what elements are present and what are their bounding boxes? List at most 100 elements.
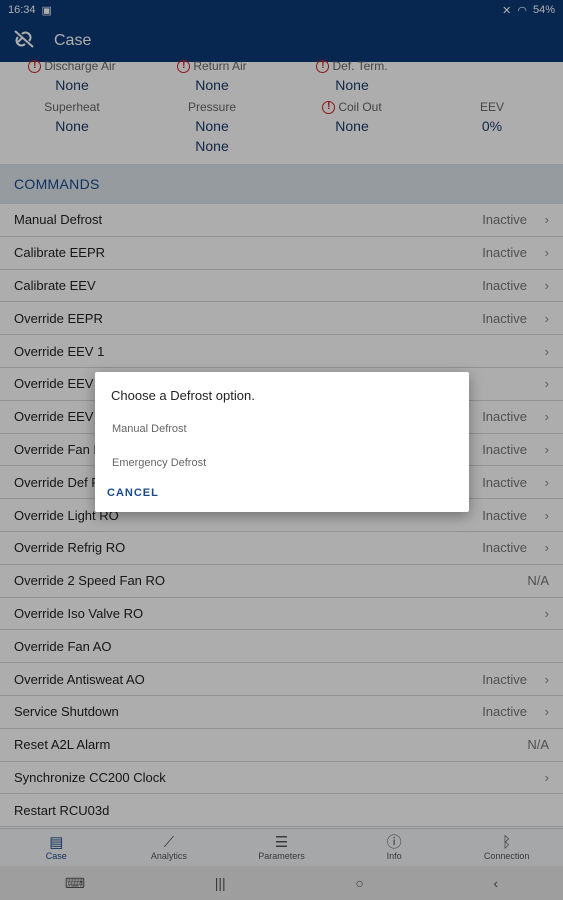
chevron-right-icon: › xyxy=(544,245,549,261)
command-row-calibrate-eepr[interactable]: Calibrate EEPR Inactive › xyxy=(0,237,563,270)
dialog-title: Choose a Defrost option. xyxy=(111,388,255,403)
nav-label: Case xyxy=(45,850,67,861)
sensor-return-air: ! Return Air None xyxy=(142,59,282,93)
bottom-nav: ▤ Case ⟋ Analytics ☰ Parameters ⓘ Info ᛒ Conn… xyxy=(0,828,563,866)
chevron-right-icon: › xyxy=(544,605,549,621)
command-label: Override EEV xyxy=(14,376,94,392)
command-status: Inactive xyxy=(482,245,527,261)
option-emergency-defrost[interactable]: Emergency Defrost xyxy=(111,457,453,469)
chevron-right-icon: › xyxy=(544,540,549,556)
command-row-service-shutdown[interactable]: Service Shutdown Inactive › xyxy=(0,696,563,729)
command-row-calibrate-eev[interactable]: Calibrate EEV Inactive › xyxy=(0,270,563,303)
recent-apps-icon[interactable]: ||| xyxy=(215,875,226,891)
alarm-icon: ! xyxy=(316,59,330,73)
app-bar: Case xyxy=(0,20,563,62)
sensor-label: Pressure xyxy=(187,100,237,114)
nav-tab-case[interactable]: ▤ Case xyxy=(0,829,113,866)
nav-tab-info[interactable]: ⓘ Info xyxy=(338,829,451,866)
command-label: Override Def R xyxy=(14,474,101,490)
command-row-override-eepr[interactable]: Override EEPR Inactive › xyxy=(0,302,563,336)
chevron-right-icon: › xyxy=(544,474,549,490)
command-label: Override Fan R xyxy=(14,441,103,457)
sensor-label: EEV xyxy=(479,100,504,114)
sensor-label: Coil Out xyxy=(338,100,382,114)
disconnected-link-icon[interactable] xyxy=(12,29,36,54)
chevron-right-icon: › xyxy=(544,507,549,523)
sensor-grid: ! Discharge Air None ! Return Air None ! De… xyxy=(0,59,563,162)
page-title: Case xyxy=(54,32,92,49)
command-status: N/A xyxy=(527,737,549,753)
nav-tab-analytics[interactable]: ⟋ Analytics xyxy=(113,829,226,866)
chevron-right-icon: › xyxy=(544,212,549,228)
sensor-value: None xyxy=(195,118,229,134)
chevron-right-icon: › xyxy=(544,277,549,293)
command-status: Inactive xyxy=(482,212,527,228)
sensor-coil-out: ! Coil Out None xyxy=(282,100,422,134)
chevron-right-icon: › xyxy=(544,376,549,392)
command-label: Override Refrig RO xyxy=(14,540,126,556)
command-row-manual-defrost[interactable]: Manual Defrost Inactive › xyxy=(0,204,563,237)
command-label: Override Iso Valve RO xyxy=(14,605,144,621)
command-label: Synchronize CC200 Clock xyxy=(14,769,166,785)
alarm-icon: ! xyxy=(322,100,336,114)
option-manual-defrost[interactable]: Manual Defrost xyxy=(111,423,453,435)
command-row-reset-a2l-alarm[interactable]: Reset A2L Alarm N/A xyxy=(0,729,563,762)
command-row-override-2-speed-fan-ro[interactable]: Override 2 Speed Fan RO N/A xyxy=(0,565,563,598)
chart-icon: ⟋ xyxy=(163,833,175,851)
cancel-button[interactable]: CANCEL xyxy=(107,487,159,499)
status-bar: 16:34 ▣ ✕ ◠ 54% xyxy=(0,0,563,20)
command-row-override-fan-ao[interactable]: Override Fan AO xyxy=(0,630,563,664)
sensor-label: Discharge Air xyxy=(44,59,116,73)
command-row-override-iso-valve-ro[interactable]: Override Iso Valve RO › xyxy=(0,598,563,631)
nav-label: Connection xyxy=(483,850,530,861)
chevron-right-icon: › xyxy=(544,343,549,359)
sensor-value: None xyxy=(335,118,369,134)
command-status: Inactive xyxy=(482,540,527,556)
back-icon[interactable]: ‹ xyxy=(493,875,498,891)
command-row-override-refrig-ro[interactable]: Override Refrig RO Inactive › xyxy=(0,532,563,565)
home-icon[interactable]: ○ xyxy=(355,875,363,891)
command-status: Inactive xyxy=(482,277,527,293)
command-label: Restart RCU03d xyxy=(14,802,110,818)
sensor-eev: EEV 0% xyxy=(422,100,562,134)
alarm-icon: ! xyxy=(177,59,191,73)
commands-header: COMMANDS xyxy=(0,164,563,204)
command-row-override-eev-1[interactable]: Override EEV 1 › xyxy=(0,335,563,368)
nav-tab-connection[interactable]: ᛒ Connection xyxy=(450,829,563,866)
command-status: Inactive xyxy=(482,704,527,720)
command-status: Inactive xyxy=(482,671,527,687)
sensor-label: Superheat xyxy=(44,100,100,114)
bluetooth-icon: ᛒ xyxy=(502,833,512,851)
command-row-synchronize-clock[interactable]: Synchronize CC200 Clock › xyxy=(0,762,563,795)
defrost-dialog: Choose a Defrost option. Manual Defrost … xyxy=(95,372,469,512)
notification-icon: ▣ xyxy=(41,4,52,17)
case-icon: ▤ xyxy=(49,833,64,851)
command-status: Inactive xyxy=(482,441,527,457)
command-label: Calibrate EEPR xyxy=(14,245,106,261)
nav-tab-parameters[interactable]: ☰ Parameters xyxy=(225,829,338,866)
sensor-value-secondary: None xyxy=(195,138,229,154)
command-label: Override Fan AO xyxy=(14,638,112,654)
command-label: Override EEV 1 xyxy=(14,343,105,359)
nav-label: Info xyxy=(386,850,402,861)
status-time: 16:34 xyxy=(8,4,36,16)
sensor-value: None xyxy=(335,77,369,93)
commands-list: Manual Defrost Inactive › Calibrate EEPR In… xyxy=(0,204,563,828)
system-nav-bar: ⌨ ||| ○ ‹ xyxy=(0,866,563,900)
chevron-right-icon: › xyxy=(544,310,549,326)
sliders-icon: ☰ xyxy=(274,833,289,851)
command-status: Inactive xyxy=(482,474,527,490)
command-row-restart-rcu03d[interactable]: Restart RCU03d xyxy=(0,794,563,828)
command-status: Inactive xyxy=(482,310,527,326)
sensor-value: 0% xyxy=(481,118,503,134)
chevron-right-icon: › xyxy=(544,704,549,720)
command-row-override-antisweat-ao[interactable]: Override Antisweat AO Inactive › xyxy=(0,663,563,696)
chevron-right-icon: › xyxy=(544,409,549,425)
command-status: N/A xyxy=(527,573,549,589)
sensor-value: None xyxy=(55,77,89,93)
sensor-pressure: Pressure None None xyxy=(142,100,282,154)
chevron-right-icon: › xyxy=(544,769,549,785)
sensor-superheat: Superheat None xyxy=(2,100,142,134)
keyboard-icon[interactable]: ⌨ xyxy=(65,875,85,892)
chevron-right-icon: › xyxy=(544,441,549,457)
